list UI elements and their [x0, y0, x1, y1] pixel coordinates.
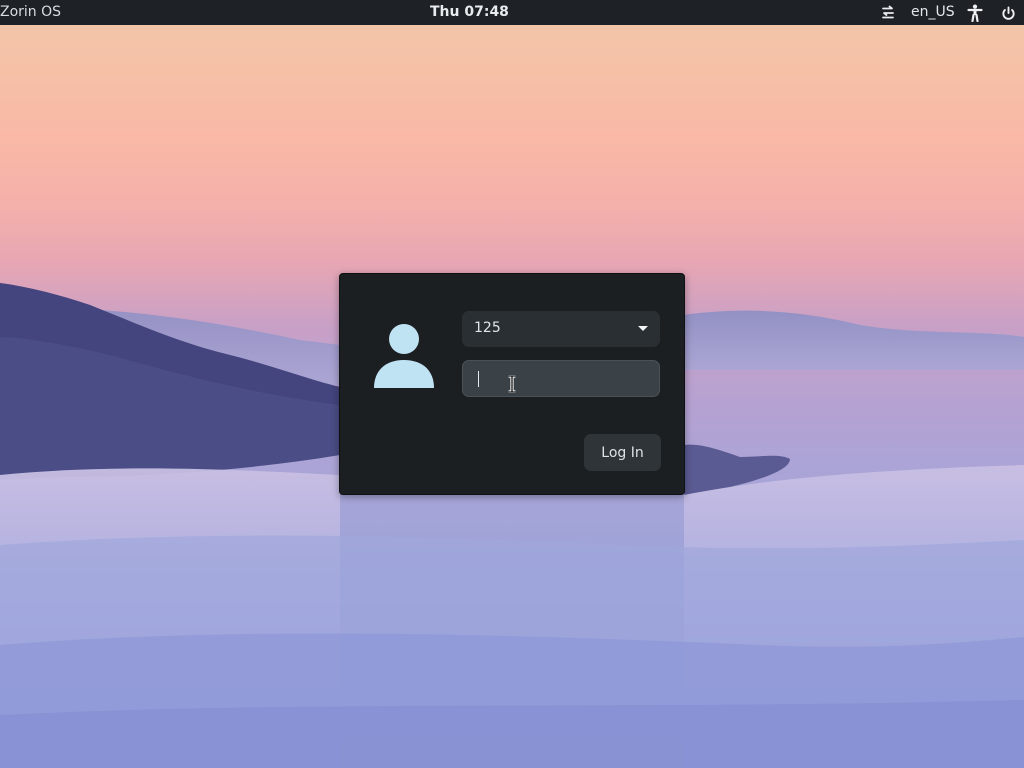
- user-avatar-icon: [374, 324, 434, 388]
- login-dialog: 125 Log In: [339, 273, 685, 495]
- login-button[interactable]: Log In: [584, 434, 661, 471]
- power-icon-glyph: [1001, 5, 1015, 20]
- clock[interactable]: Thu 07:48: [430, 4, 509, 20]
- network-settings-icon[interactable]: [878, 3, 898, 23]
- keyboard-layout-indicator[interactable]: en_US: [911, 4, 955, 20]
- accessibility-icon[interactable]: [965, 3, 985, 23]
- chevron-down-icon: [638, 326, 648, 331]
- top-bar: Zorin OS Thu 07:48 en_US: [0, 0, 1024, 25]
- user-select-dropdown[interactable]: 125: [462, 311, 660, 347]
- os-name-label: Zorin OS: [0, 4, 62, 20]
- password-input[interactable]: [462, 360, 660, 397]
- ibeam-cursor-icon: [508, 375, 516, 393]
- selected-user-value: 125: [474, 320, 501, 336]
- network-settings-icon-glyph: [882, 5, 894, 19]
- accessibility-icon-glyph: [967, 4, 983, 22]
- power-icon[interactable]: [998, 3, 1018, 23]
- text-cursor: [478, 371, 479, 387]
